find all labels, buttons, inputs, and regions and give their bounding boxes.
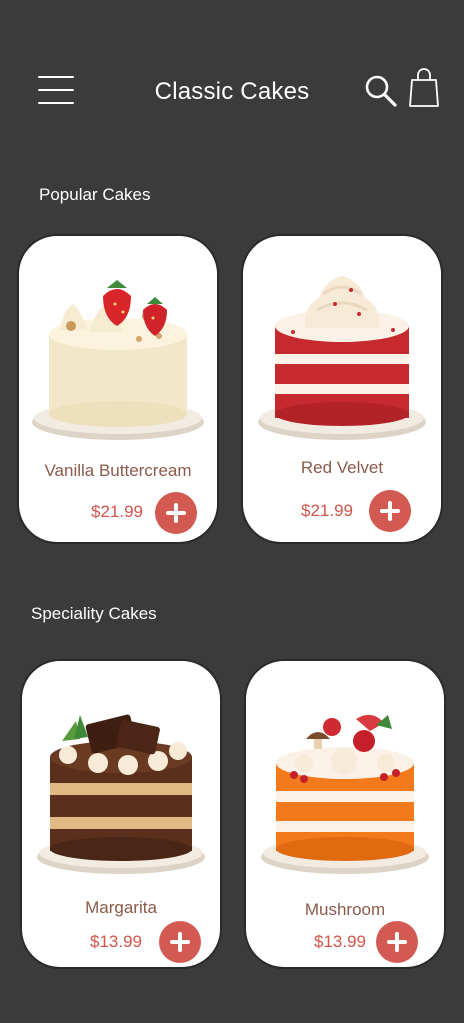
product-name: Vanilla Buttercream: [44, 461, 192, 480]
speciality-section-title: Speciality Cakes: [31, 604, 157, 623]
product-card-margarita[interactable]: Margarita $13.99: [22, 661, 220, 967]
plus-icon-vertical: [178, 932, 182, 952]
add-to-cart-button[interactable]: [159, 921, 201, 963]
app-screen: Classic Cakes Popular Cakes Vanilla Butt…: [0, 0, 464, 1023]
product-price: $13.99: [314, 932, 366, 951]
product-card-mushroom[interactable]: Mushroom $13.99: [246, 661, 444, 967]
plus-icon-vertical: [395, 932, 399, 952]
search-icon[interactable]: [364, 74, 398, 108]
mushroom-cake-image: [261, 714, 429, 874]
product-price: $21.99: [301, 501, 353, 520]
product-price: $21.99: [91, 502, 143, 521]
popular-section-title: Popular Cakes: [39, 185, 151, 204]
add-to-cart-button[interactable]: [155, 492, 197, 534]
shopping-bag-icon[interactable]: [408, 66, 440, 108]
product-name: Margarita: [85, 898, 157, 917]
add-to-cart-button[interactable]: [369, 490, 411, 532]
margarita-cake-image: [37, 714, 205, 874]
add-to-cart-button[interactable]: [376, 921, 418, 963]
red-velvet-cake-image: [258, 276, 426, 440]
product-card-vanilla-buttercream[interactable]: Vanilla Buttercream $21.99: [19, 236, 217, 542]
plus-icon-vertical: [388, 501, 392, 521]
product-card-red-velvet[interactable]: Red Velvet $21.99: [243, 236, 441, 542]
plus-icon-vertical: [174, 503, 178, 523]
product-price: $13.99: [90, 932, 142, 951]
product-name: Mushroom: [304, 900, 386, 919]
product-name: Red Velvet: [300, 458, 384, 477]
vanilla-cake-image: [32, 280, 204, 440]
